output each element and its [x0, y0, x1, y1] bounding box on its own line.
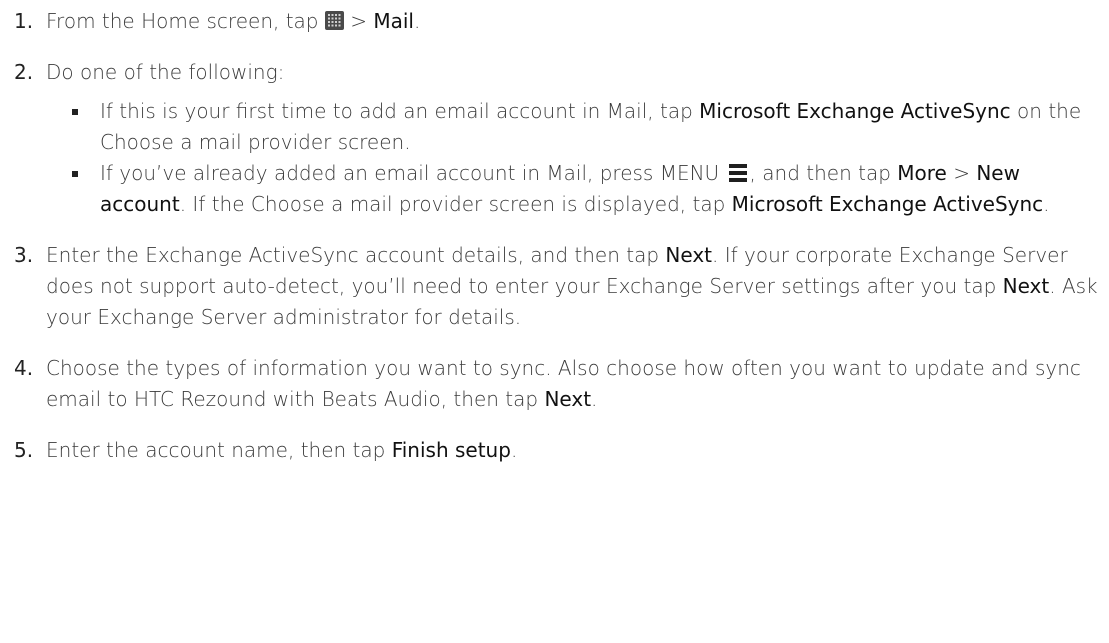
step-4: 4. Choose the types of information you w…	[14, 353, 1099, 415]
step-text: From the Home screen, tap > Mail.	[46, 9, 421, 33]
step-number: 1.	[14, 9, 34, 33]
list-item: If this is your first time to add an ema…	[72, 99, 1082, 154]
step-number: 2.	[14, 60, 34, 84]
all-apps-grid-icon	[324, 11, 344, 30]
step-text: Do one of the following: If this is your…	[46, 57, 1099, 220]
step-2: 2. Do one of the following: If this is y…	[14, 57, 1099, 220]
step-number: 5.	[14, 438, 34, 462]
instructions-page: 1. From the Home screen, tap > Mail. 2. …	[0, 0, 1109, 643]
step-1: 1. From the Home screen, tap > Mail.	[14, 6, 1099, 37]
mail-label: Mail	[373, 9, 414, 33]
step-3: 3. Enter the Exchange ActiveSync account…	[14, 240, 1099, 333]
step-5: 5. Enter the account name, then tap Fini…	[14, 435, 1099, 466]
options-list: If this is your first time to add an ema…	[46, 96, 1099, 220]
step-number: 3.	[14, 243, 34, 267]
step-number: 4.	[14, 356, 34, 380]
step-text: Choose the types of information you want…	[46, 356, 1081, 411]
step-text: Enter the Exchange ActiveSync account de…	[46, 243, 1098, 329]
menu-icon	[728, 164, 747, 182]
list-item: If you’ve already added an email account…	[72, 161, 1050, 216]
step-text: Enter the account name, then tap Finish …	[46, 438, 518, 462]
